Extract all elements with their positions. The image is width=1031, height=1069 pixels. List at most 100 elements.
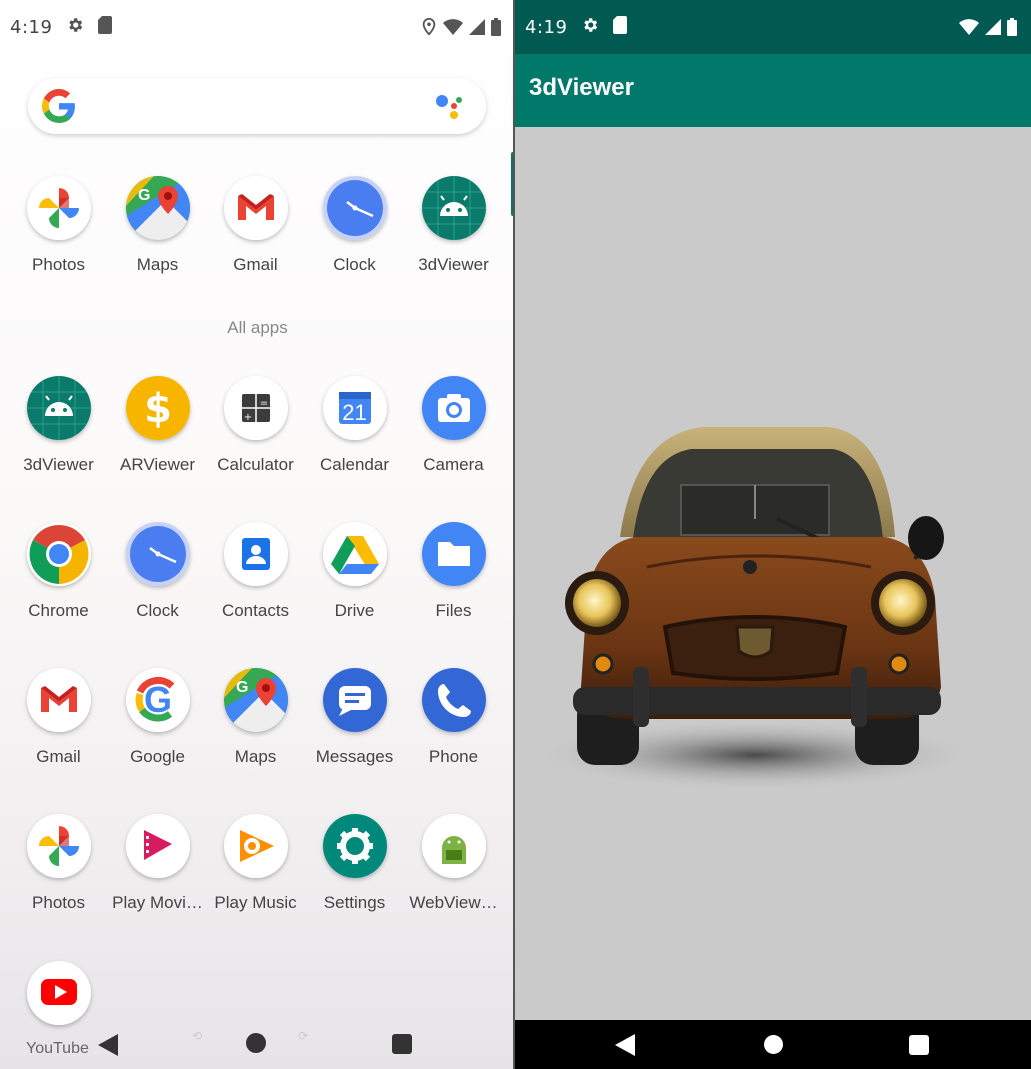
camera-icon bbox=[421, 376, 486, 440]
play-music-icon bbox=[223, 814, 288, 878]
settings-gear-icon bbox=[66, 16, 84, 39]
app-grid-17[interactable]: Play Music bbox=[206, 814, 305, 913]
recents-button[interactable] bbox=[909, 1035, 929, 1055]
app-grid-15[interactable]: Photos bbox=[9, 814, 108, 913]
replay-ghost-icon: ⟲ bbox=[192, 1029, 203, 1043]
gmail-icon bbox=[223, 176, 288, 240]
settings-icon bbox=[322, 814, 387, 878]
app-grid-3[interactable]: 21 Calendar bbox=[305, 376, 404, 475]
app-grid-8[interactable]: Drive bbox=[305, 522, 404, 621]
app-label: Play Music bbox=[214, 893, 297, 912]
app-label: Chrome bbox=[28, 601, 89, 620]
android-icon bbox=[26, 376, 91, 440]
launcher-screen: 4:19 All apps ⟲ ⟳ Photos G Maps Gmail Cl… bbox=[0, 0, 515, 1069]
app-grid-5[interactable]: Chrome bbox=[9, 522, 108, 621]
app-toolbar: 3dViewer bbox=[515, 54, 1031, 127]
app-grid-2[interactable]: + = Calculator bbox=[206, 376, 305, 475]
maps-icon: G bbox=[223, 668, 288, 732]
status-time: 4:19 bbox=[525, 16, 568, 38]
status-bar: 4:19 bbox=[0, 0, 515, 54]
play-movies-icon bbox=[125, 814, 190, 878]
dollar-icon: $ bbox=[125, 376, 190, 440]
photos-icon bbox=[26, 814, 91, 878]
app-hotseat-3[interactable]: Clock bbox=[305, 176, 404, 275]
app-grid-12[interactable]: G Maps bbox=[206, 668, 305, 767]
app-grid-4[interactable]: Camera bbox=[404, 376, 503, 475]
app-label: Maps bbox=[234, 747, 277, 766]
app-grid-19[interactable]: WebView… bbox=[404, 814, 503, 913]
chrome-icon bbox=[26, 522, 91, 586]
app-label: Gmail bbox=[233, 255, 278, 274]
app-label: Photos bbox=[32, 255, 85, 274]
app-label: Clock bbox=[136, 601, 179, 620]
app-label-youtube: YouTube bbox=[26, 1040, 89, 1057]
all-apps-label: All apps bbox=[227, 318, 288, 337]
calendar-icon: 21 bbox=[322, 376, 387, 440]
clock-icon bbox=[125, 522, 190, 586]
navigation-bar bbox=[515, 1020, 1031, 1069]
app-label: Google bbox=[130, 747, 185, 766]
settings-gear-icon bbox=[581, 16, 599, 39]
3d-model-viewport[interactable] bbox=[515, 127, 1031, 1020]
recents-button[interactable] bbox=[392, 1034, 412, 1054]
app-grid-7[interactable]: Contacts bbox=[206, 522, 305, 621]
app-label: Contacts bbox=[221, 601, 290, 620]
app-label: ARViewer bbox=[120, 455, 195, 474]
app-label: Play Movi… bbox=[112, 893, 203, 912]
app-grid-6[interactable]: Clock bbox=[108, 522, 207, 621]
home-button[interactable] bbox=[764, 1035, 783, 1054]
app-label: Messages bbox=[315, 747, 394, 766]
app-label: Clock bbox=[333, 255, 376, 274]
android-icon bbox=[421, 176, 486, 240]
wifi-icon bbox=[959, 19, 979, 40]
app-grid-13[interactable]: Messages bbox=[305, 668, 404, 767]
location-icon bbox=[421, 17, 437, 41]
app-hotseat-1[interactable]: G Maps bbox=[108, 176, 207, 275]
app-label: Calculator bbox=[217, 455, 294, 474]
app-grid-0[interactable]: 3dViewer bbox=[9, 376, 108, 475]
app-hotseat-0[interactable]: Photos bbox=[9, 176, 108, 275]
app-grid-14[interactable]: Phone bbox=[404, 668, 503, 767]
svg-text:=: = bbox=[259, 398, 267, 409]
status-bar: 4:19 bbox=[515, 0, 1031, 54]
app-label: Camera bbox=[423, 455, 484, 474]
app-label: WebView… bbox=[409, 893, 498, 912]
drive-icon bbox=[322, 522, 387, 586]
battery-icon bbox=[1007, 18, 1017, 41]
files-icon bbox=[421, 522, 486, 586]
contacts-icon bbox=[223, 522, 288, 586]
app-grid-11[interactable]: G Google bbox=[108, 668, 207, 767]
screen-divider bbox=[513, 0, 515, 1069]
app-label: Photos bbox=[32, 893, 85, 912]
clock-icon bbox=[322, 176, 387, 240]
app-hotseat-4[interactable]: 3dViewer bbox=[404, 176, 503, 275]
google-search-bar[interactable] bbox=[28, 78, 486, 134]
app-grid-9[interactable]: Files bbox=[404, 522, 503, 621]
svg-text:$: $ bbox=[144, 386, 172, 432]
car-model-render bbox=[530, 427, 980, 791]
app-label: Gmail bbox=[36, 747, 81, 766]
app-grid-10[interactable]: Gmail bbox=[9, 668, 108, 767]
youtube-icon bbox=[26, 961, 91, 1025]
back-button[interactable] bbox=[98, 1034, 118, 1060]
app-grid-16[interactable]: Play Movi… bbox=[108, 814, 207, 913]
app-label: Drive bbox=[334, 601, 375, 620]
messages-icon bbox=[322, 668, 387, 732]
app-label: 3dViewer bbox=[418, 255, 489, 274]
app-grid-1[interactable]: $ ARViewer bbox=[108, 376, 207, 475]
phone-icon bbox=[421, 668, 486, 732]
app-label: Phone bbox=[428, 747, 479, 766]
google-assistant-icon[interactable] bbox=[434, 92, 466, 124]
home-button[interactable] bbox=[246, 1033, 266, 1053]
back-button[interactable] bbox=[615, 1034, 635, 1060]
toolbar-title: 3dViewer bbox=[529, 74, 634, 101]
app-hotseat-2[interactable]: Gmail bbox=[206, 176, 305, 275]
app-grid-18[interactable]: Settings bbox=[305, 814, 404, 913]
svg-text:G: G bbox=[138, 187, 150, 204]
battery-icon bbox=[491, 18, 501, 41]
sd-card-icon bbox=[98, 15, 113, 39]
status-time: 4:19 bbox=[10, 16, 53, 38]
wifi-icon bbox=[443, 19, 463, 40]
app-grid-20[interactable] bbox=[9, 961, 108, 1025]
calendar-date-text: 21 bbox=[342, 400, 367, 425]
